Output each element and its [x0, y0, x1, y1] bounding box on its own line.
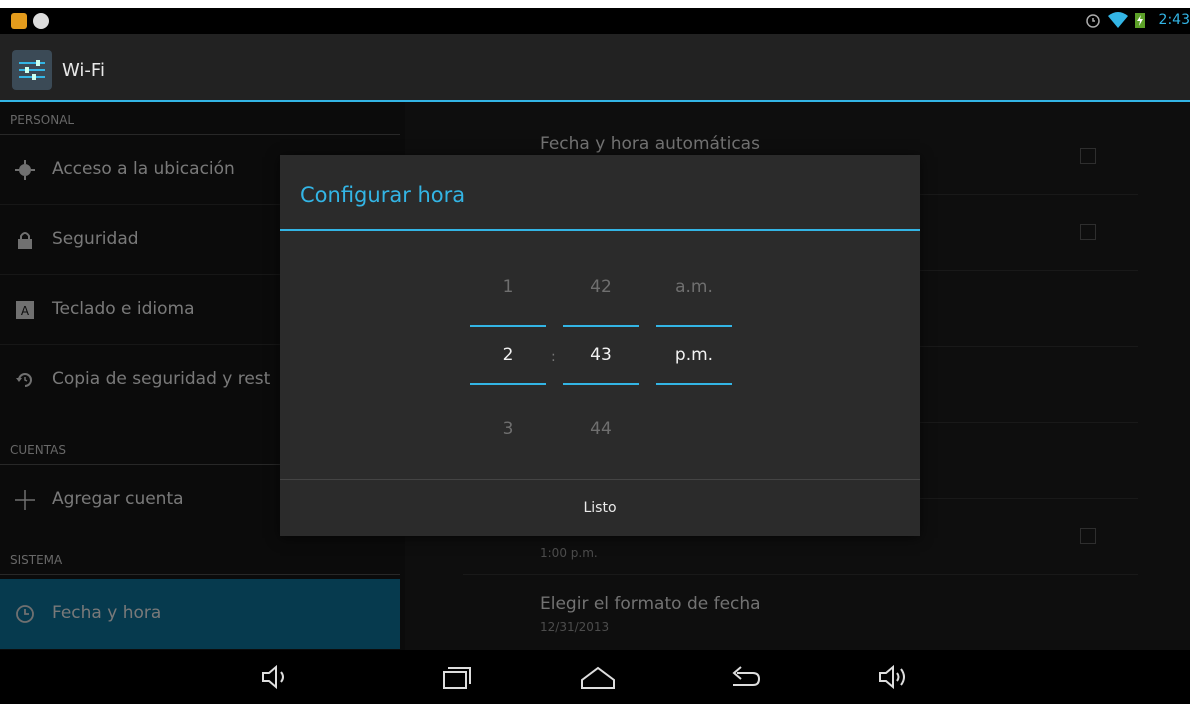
notification-app-icon [11, 13, 27, 29]
minute-top-divider [563, 325, 639, 327]
volume-up-icon[interactable] [877, 662, 913, 692]
hour-picker[interactable]: 1 2 3 [470, 155, 546, 455]
time-separator: : [551, 349, 556, 365]
minute-bottom-divider [563, 383, 639, 385]
notification-android-icon [33, 13, 49, 29]
minute-value[interactable]: 43 [563, 345, 639, 365]
android-screen: 2:43 Wi-Fi PERSONAL Acceso a la ubicació… [0, 8, 1190, 704]
status-time: 2:43 [1158, 12, 1190, 28]
status-bar: 2:43 [0, 8, 1190, 34]
hour-next[interactable]: 3 [470, 419, 546, 439]
hour-top-divider [470, 325, 546, 327]
wifi-icon [1108, 12, 1128, 28]
dialog-title: Configurar hora [300, 183, 466, 207]
navigation-bar [0, 650, 1190, 704]
done-button[interactable]: Listo [280, 480, 920, 536]
minute-prev[interactable]: 42 [563, 277, 639, 297]
ampm-bottom-divider [656, 383, 732, 385]
back-icon[interactable] [727, 662, 763, 692]
battery-charging-icon [1135, 13, 1145, 28]
recent-apps-icon[interactable] [438, 662, 474, 692]
action-bar: Wi-Fi [0, 34, 1190, 102]
minute-picker[interactable]: 42 43 44 [563, 155, 639, 455]
settings-app-icon[interactable] [12, 50, 52, 90]
ampm-top-divider [656, 325, 732, 327]
hour-prev[interactable]: 1 [470, 277, 546, 297]
minute-next[interactable]: 44 [563, 419, 639, 439]
ampm-prev[interactable]: a.m. [656, 277, 732, 297]
hour-bottom-divider [470, 383, 546, 385]
alarm-icon [1086, 14, 1100, 28]
ampm-value[interactable]: p.m. [656, 345, 732, 365]
set-time-dialog: Configurar hora 1 2 3 : 42 43 44 a.m. p.… [280, 155, 920, 536]
volume-down-icon[interactable] [258, 662, 294, 692]
action-bar-title: Wi-Fi [62, 60, 105, 81]
hour-value[interactable]: 2 [470, 345, 546, 365]
home-icon[interactable] [580, 662, 616, 692]
ampm-picker[interactable]: a.m. p.m. [656, 155, 732, 455]
